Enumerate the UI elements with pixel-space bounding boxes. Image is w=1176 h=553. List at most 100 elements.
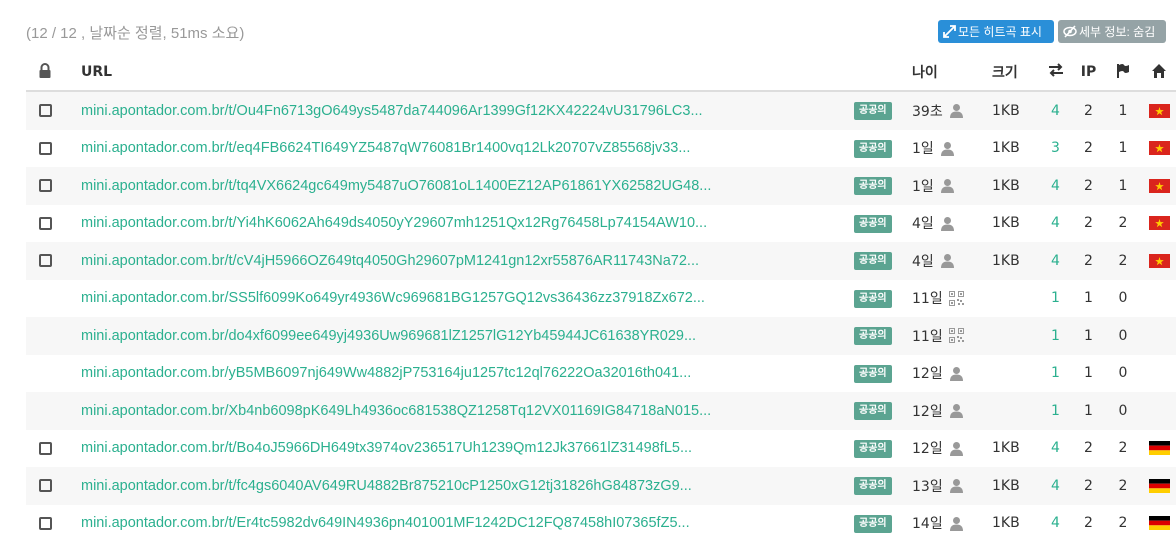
hits-link[interactable]: 4 — [1051, 253, 1060, 269]
age-value: 4일 — [912, 253, 934, 270]
flag-icon — [1117, 63, 1129, 78]
hits-link[interactable]: 1 — [1051, 328, 1060, 344]
qr-icon — [948, 290, 964, 306]
qr-icon — [948, 328, 964, 344]
age-value: 12일 — [912, 441, 943, 458]
ip-count: 1 — [1071, 392, 1106, 430]
flag-column-header[interactable] — [1106, 54, 1140, 92]
url-link[interactable]: mini.apontador.com.br/t/Er4tc5982dv649IN… — [81, 515, 690, 531]
ip-count: 1 — [1084, 290, 1093, 307]
url-cell: mini.apontador.com.br/t/Bo4oJ5966DH649tx… — [81, 430, 854, 468]
vietnam-flag-icon — [1148, 216, 1170, 231]
hits-link[interactable]: 1 — [1051, 290, 1060, 306]
row-checkbox[interactable] — [39, 141, 52, 155]
age-cell: 12일 — [912, 430, 992, 468]
hits-link[interactable]: 4 — [1051, 178, 1060, 194]
table-row: mini.apontador.com.br/t/Ou4Fn6713gO649ys… — [26, 91, 1176, 130]
tag-cell: 공공의 — [854, 205, 912, 243]
flag-count: 2 — [1106, 467, 1140, 505]
row-select-cell — [26, 317, 81, 355]
home-icon — [1152, 63, 1166, 78]
table-row: mini.apontador.com.br/t/eq4FB6624TI649YZ… — [26, 130, 1176, 168]
hits-cell: 4 — [1040, 467, 1071, 505]
results-table: URL 나이 크기 IP mini.apontador.com.br/t/Ou4… — [26, 54, 1176, 542]
age-cell: 11일 — [912, 280, 992, 318]
url-cell: mini.apontador.com.br/t/Yi4hK6062Ah649ds… — [81, 205, 854, 243]
row-checkbox[interactable] — [39, 104, 52, 118]
age-value: 11일 — [912, 291, 943, 308]
url-link[interactable]: mini.apontador.com.br/t/cV4jH5966OZ649tq… — [81, 253, 699, 269]
hits-link[interactable]: 4 — [1051, 215, 1060, 231]
show-all-hits-button[interactable]: 모든 히트곡 표시 — [938, 20, 1054, 43]
tag-cell: 공공의 — [854, 130, 912, 168]
public-tag: 공공의 — [854, 177, 892, 196]
table-row: mini.apontador.com.br/Xb4nb6098pK649Lh49… — [26, 392, 1176, 430]
url-link[interactable]: mini.apontador.com.br/t/Ou4Fn6713gO649ys… — [81, 103, 703, 119]
table-row: mini.apontador.com.br/t/tq4VX6624gc649my… — [26, 167, 1176, 205]
url-link[interactable]: mini.apontador.com.br/t/fc4gs6040AV649RU… — [81, 478, 692, 494]
row-checkbox[interactable] — [39, 516, 52, 530]
hits-cell: 1 — [1040, 317, 1071, 355]
size-value: 1KB — [992, 467, 1040, 505]
user-icon — [940, 216, 955, 231]
age-value: 1일 — [912, 141, 934, 158]
hits-link[interactable]: 4 — [1051, 515, 1060, 531]
url-link[interactable]: mini.apontador.com.br/Xb4nb6098pK649Lh49… — [81, 403, 711, 419]
hits-link[interactable]: 1 — [1051, 365, 1060, 381]
details-toggle-button[interactable]: 세부 정보: 숨김 — [1058, 20, 1166, 43]
row-checkbox[interactable] — [39, 179, 52, 193]
tag-column-header — [854, 54, 912, 92]
size-column-header[interactable]: 크기 — [992, 54, 1040, 92]
user-icon — [940, 178, 955, 194]
url-link[interactable]: mini.apontador.com.br/t/tq4VX6624gc649my… — [81, 178, 711, 194]
hits-link[interactable]: 3 — [1051, 140, 1060, 156]
expand-icon — [943, 25, 956, 38]
country-cell — [1140, 430, 1176, 468]
row-checkbox[interactable] — [39, 254, 52, 268]
tag-cell: 공공의 — [854, 467, 912, 505]
table-row: mini.apontador.com.br/t/Bo4oJ5966DH649tx… — [26, 430, 1176, 468]
hits-cell: 1 — [1040, 392, 1071, 430]
age-cell: 1일 — [912, 130, 992, 168]
row-checkbox[interactable] — [39, 216, 52, 230]
hits-cell: 4 — [1040, 430, 1071, 468]
age-column-header[interactable]: 나이 — [912, 54, 992, 92]
url-link[interactable]: mini.apontador.com.br/t/Yi4hK6062Ah649ds… — [81, 215, 707, 231]
url-cell: mini.apontador.com.br/do4xf6099ee649yj49… — [81, 317, 854, 355]
hits-column-header[interactable] — [1040, 54, 1071, 92]
hits-cell: 1 — [1040, 355, 1071, 393]
table-row: mini.apontador.com.br/t/fc4gs6040AV649RU… — [26, 467, 1176, 505]
url-cell: mini.apontador.com.br/t/Er4tc5982dv649IN… — [81, 505, 854, 543]
age-cell: 4일 — [912, 205, 992, 243]
flag-count: 2 — [1118, 440, 1128, 457]
url-cell: mini.apontador.com.br/t/eq4FB6624TI649YZ… — [81, 130, 854, 168]
hits-cell: 4 — [1040, 91, 1071, 130]
url-cell: mini.apontador.com.br/Xb4nb6098pK649Lh49… — [81, 392, 854, 430]
url-link[interactable]: mini.apontador.com.br/do4xf6099ee649yj49… — [81, 328, 696, 344]
hits-link[interactable]: 1 — [1051, 403, 1060, 419]
url-link[interactable]: mini.apontador.com.br/t/eq4FB6624TI649YZ… — [81, 140, 690, 156]
tag-cell: 공공의 — [854, 317, 912, 355]
url-link[interactable]: mini.apontador.com.br/SS5lf6099Ko649yr49… — [81, 290, 705, 306]
country-cell — [1140, 392, 1176, 430]
public-tag: 공공의 — [854, 439, 892, 458]
hits-link[interactable]: 4 — [1051, 478, 1060, 494]
flag-count: 0 — [1118, 290, 1128, 307]
public-tag: 공공의 — [854, 477, 892, 496]
row-select-cell — [26, 430, 81, 468]
country-cell — [1140, 205, 1176, 243]
hits-link[interactable]: 4 — [1051, 103, 1060, 119]
hits-link[interactable]: 4 — [1051, 440, 1060, 456]
tag-cell: 공공의 — [854, 430, 912, 468]
url-link[interactable]: mini.apontador.com.br/t/Bo4oJ5966DH649tx… — [81, 440, 692, 456]
url-link[interactable]: mini.apontador.com.br/yB5MB6097nj649Ww48… — [81, 365, 691, 381]
row-checkbox[interactable] — [39, 479, 52, 493]
country-column-header[interactable] — [1140, 54, 1176, 92]
age-cell: 12일 — [912, 355, 992, 393]
age-cell: 14일 — [912, 505, 992, 543]
url-column-header[interactable]: URL — [81, 54, 854, 92]
public-tag: 공공의 — [854, 514, 892, 533]
lock-column-header[interactable] — [26, 54, 81, 92]
ip-column-header[interactable]: IP — [1071, 54, 1106, 92]
row-checkbox[interactable] — [39, 441, 52, 455]
